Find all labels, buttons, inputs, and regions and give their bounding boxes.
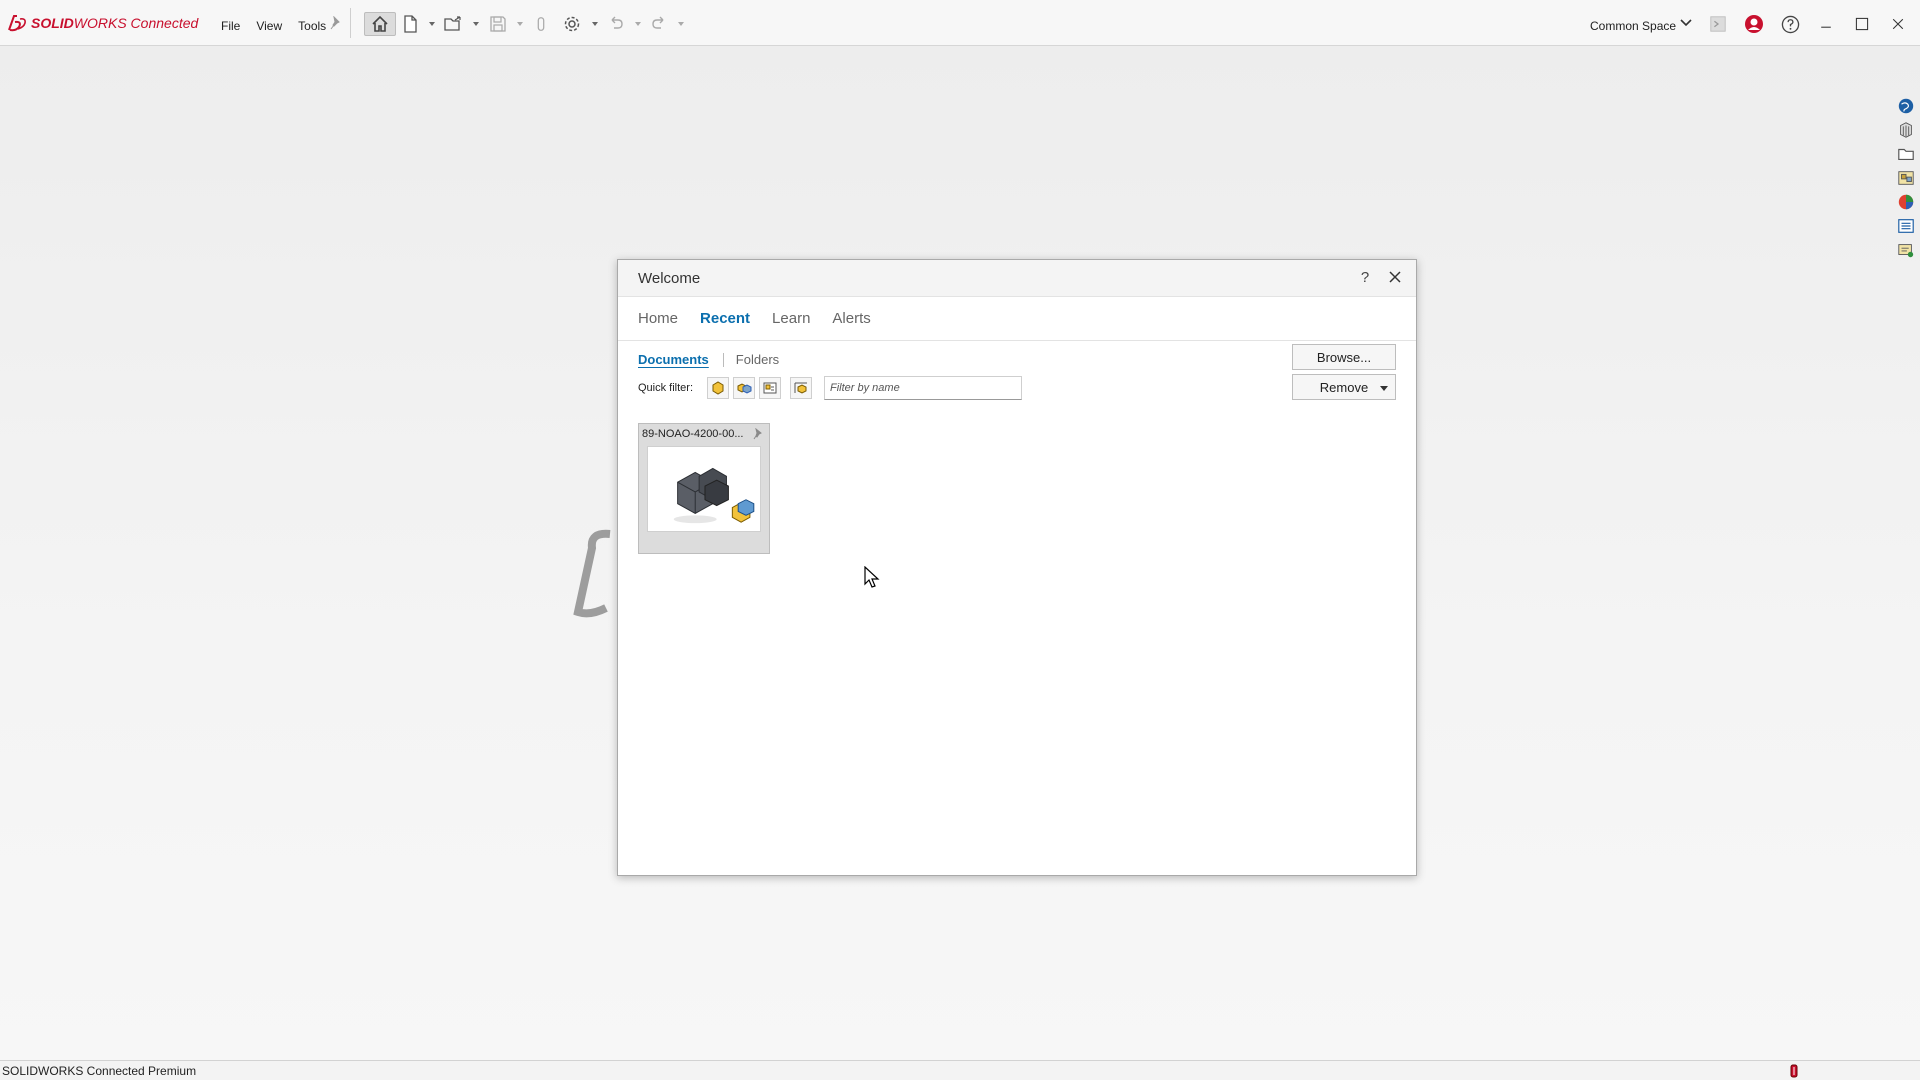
- tab-alerts[interactable]: Alerts: [832, 310, 870, 331]
- options-icon: [564, 16, 580, 32]
- undo-button[interactable]: [606, 12, 626, 36]
- close-window-button[interactable]: [1888, 14, 1908, 34]
- assembly-icon: [737, 383, 752, 394]
- filter-top-level-button[interactable]: [790, 377, 812, 399]
- open-button[interactable]: [442, 12, 464, 36]
- save-icon: [490, 16, 506, 32]
- maximize-icon: [1855, 17, 1869, 31]
- task-pane-design-library[interactable]: [1896, 120, 1916, 140]
- top-level-assembly-icon: [794, 382, 807, 394]
- quick-filter-label: Quick filter:: [638, 382, 694, 394]
- redo-dropdown-icon[interactable]: [678, 22, 684, 26]
- menu-file[interactable]: File: [213, 17, 248, 35]
- properties-list-icon: [1898, 219, 1914, 233]
- tab-recent[interactable]: Recent: [700, 310, 750, 331]
- remove-button-label: Remove: [1319, 379, 1369, 395]
- dialog-title-bar[interactable]: Welcome ?: [618, 260, 1416, 297]
- task-pane-appearances[interactable]: [1896, 192, 1916, 212]
- app-logo: SOLIDWORKS Connected: [6, 13, 198, 33]
- ds-logo-icon: [8, 15, 26, 32]
- command-icon: [1710, 16, 1726, 32]
- new-dropdown-icon[interactable]: [429, 22, 435, 26]
- appearances-icon: [1898, 194, 1914, 210]
- task-pane-view-palette[interactable]: [1896, 168, 1916, 188]
- document-name: 89-NOAO-4200-00...: [642, 428, 744, 440]
- home-button[interactable]: [364, 12, 396, 36]
- task-pane-custom-properties[interactable]: [1896, 216, 1916, 236]
- dialog-close-icon[interactable]: [1386, 268, 1404, 286]
- redo-icon: [652, 16, 664, 29]
- chevron-down-icon[interactable]: [1680, 18, 1692, 28]
- menu-tools[interactable]: Tools: [290, 17, 334, 35]
- filter-by-name-input[interactable]: [824, 376, 1022, 400]
- subtab-separator: [722, 352, 724, 367]
- task-pane-solidworks-forum[interactable]: [1896, 240, 1916, 260]
- menu-view[interactable]: View: [248, 17, 290, 35]
- task-pane-tabs: [1892, 96, 1920, 266]
- print-icon: [537, 17, 545, 31]
- task-pane-file-explorer[interactable]: [1896, 144, 1916, 164]
- remove-button[interactable]: Remove: [1292, 374, 1396, 400]
- folder-icon: [1898, 148, 1914, 160]
- save-dropdown-icon[interactable]: [517, 22, 523, 26]
- forum-icon: [1898, 244, 1914, 258]
- subtab-documents[interactable]: Documents: [638, 352, 709, 367]
- assembly-preview-icon: [673, 467, 755, 524]
- undo-dropdown-icon[interactable]: [635, 22, 641, 26]
- app-title: SOLIDWORKS Connected: [31, 15, 199, 31]
- new-document-icon: [404, 15, 417, 33]
- save-button[interactable]: [487, 12, 509, 36]
- new-document-button[interactable]: [400, 12, 420, 36]
- browse-button[interactable]: Browse...: [1292, 344, 1396, 370]
- globe-icon: [1898, 98, 1914, 114]
- filter-assemblies-button[interactable]: [733, 377, 755, 399]
- user-avatar-button[interactable]: [1744, 14, 1764, 34]
- tab-home[interactable]: Home: [638, 310, 678, 331]
- subtab-folders[interactable]: Folders: [736, 352, 779, 367]
- dialog-title: Welcome: [638, 270, 701, 287]
- workspace-label[interactable]: Common Space: [1590, 19, 1676, 33]
- toolbar-separator: [350, 8, 351, 38]
- minimize-button[interactable]: [1816, 14, 1836, 34]
- user-avatar-icon: [1745, 15, 1763, 33]
- title-toolbar: SOLIDWORKS Connected File View Tools Com…: [0, 0, 1920, 46]
- options-button[interactable]: [561, 12, 583, 36]
- library-icon: [1900, 122, 1912, 138]
- part-icon: [712, 381, 724, 395]
- welcome-tabs: Home Recent Learn Alerts: [638, 310, 871, 331]
- view-palette-icon: [1898, 171, 1914, 185]
- help-icon: [1781, 15, 1799, 33]
- print-button[interactable]: [532, 12, 550, 36]
- welcome-dialog: Welcome ? Home Recent Learn Alerts Docum…: [617, 259, 1417, 876]
- filter-drawings-button[interactable]: [759, 377, 781, 399]
- remove-dropdown-icon[interactable]: [1380, 386, 1388, 391]
- recent-subtabs: Documents Folders: [638, 352, 779, 367]
- help-button[interactable]: [1780, 14, 1800, 34]
- task-pane-resources[interactable]: [1896, 96, 1916, 116]
- document-thumbnail: [647, 446, 761, 532]
- command-search-button[interactable]: [1708, 14, 1728, 34]
- drawing-icon: [763, 382, 777, 394]
- pin-document-icon[interactable]: [753, 428, 764, 440]
- close-icon: [1892, 18, 1904, 30]
- minimize-icon: [1821, 26, 1831, 28]
- pin-menu-icon[interactable]: [330, 16, 342, 30]
- open-icon: [444, 16, 461, 31]
- filter-parts-button[interactable]: [707, 377, 729, 399]
- tabs-divider: [618, 340, 1416, 341]
- undo-icon: [611, 16, 623, 29]
- status-bar: SOLIDWORKS Connected Premium: [0, 1060, 1920, 1080]
- open-dropdown-icon[interactable]: [473, 22, 479, 26]
- mouse-cursor-icon: [864, 566, 880, 588]
- dialog-help-button[interactable]: ?: [1356, 269, 1374, 286]
- home-icon: [372, 15, 388, 32]
- options-dropdown-icon[interactable]: [592, 22, 598, 26]
- menu-bar: File View Tools: [213, 17, 334, 35]
- status-text: SOLIDWORKS Connected Premium: [2, 1064, 197, 1078]
- status-indicator-icon[interactable]: [1790, 1064, 1798, 1078]
- recent-document-card[interactable]: 89-NOAO-4200-00...: [638, 423, 770, 554]
- maximize-button[interactable]: [1852, 14, 1872, 34]
- tab-learn[interactable]: Learn: [772, 310, 810, 331]
- redo-button[interactable]: [649, 12, 669, 36]
